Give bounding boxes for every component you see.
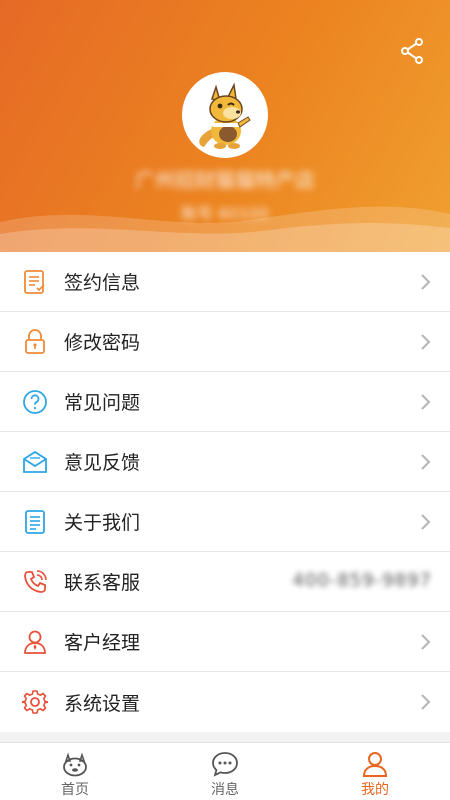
share-button[interactable] (398, 36, 426, 66)
menu-item-label: 意见反馈 (64, 452, 141, 474)
menu-item-label: 修改密码 (64, 332, 141, 354)
lock-icon (22, 328, 48, 355)
nav-label: 我的 (361, 782, 389, 798)
nav-item-messages[interactable]: 消息 (150, 743, 300, 800)
share-icon (401, 38, 423, 64)
mail-icon (22, 449, 48, 475)
menu-item-label: 客户经理 (64, 632, 141, 654)
message-icon (211, 751, 239, 777)
chevron-right-icon (421, 394, 431, 410)
menu-item-feedback[interactable]: 意见反馈 (0, 432, 450, 492)
kangaroo-mascot-icon (199, 82, 251, 149)
nav-label: 首页 (61, 782, 89, 798)
profile-header: 广州招财猫猫特产店 账号 60100 (0, 0, 450, 252)
person-icon (22, 629, 48, 655)
account-number: 账号 60100 (181, 204, 269, 223)
avatar[interactable] (182, 72, 268, 158)
gear-icon (22, 689, 48, 715)
home-kangaroo-icon (61, 751, 89, 777)
nav-item-home[interactable]: 首页 (0, 743, 150, 800)
menu-item-label: 系统设置 (64, 692, 141, 715)
chevron-right-icon (421, 514, 431, 530)
bottom-navigation: 首页 消息 我的 (0, 742, 450, 800)
menu-item-account-manager[interactable]: 客户经理 (0, 612, 450, 672)
menu-item-change-password[interactable]: 修改密码 (0, 312, 450, 372)
nav-item-profile[interactable]: 我的 (300, 743, 450, 800)
menu-item-label: 签约信息 (64, 272, 141, 294)
chevron-right-icon (421, 274, 431, 290)
chevron-right-icon (421, 694, 431, 710)
menu-item-faq[interactable]: 常见问题 (0, 372, 450, 432)
shop-name: 广州招财猫猫特产店 (135, 168, 315, 192)
menu-item-contact-support[interactable]: 联系客服 400-859-9897 (0, 552, 450, 612)
menu-item-label: 常见问题 (64, 392, 141, 414)
settings-menu: 签约信息 修改密码 常见问题 意见反馈 关于我们 联系客服 400-859-98… (0, 252, 450, 732)
nav-label: 消息 (211, 782, 239, 798)
menu-item-contract-info[interactable]: 签约信息 (0, 252, 450, 312)
contract-icon (22, 269, 48, 295)
menu-item-system-settings[interactable]: 系统设置 (0, 672, 450, 732)
support-phone-number[interactable]: 400-859-9897 (292, 570, 432, 591)
menu-item-about-us[interactable]: 关于我们 (0, 492, 450, 552)
chevron-right-icon (421, 454, 431, 470)
question-icon (22, 389, 48, 415)
menu-item-label: 关于我们 (64, 512, 141, 534)
menu-item-label: 联系客服 (64, 572, 141, 594)
profile-icon (361, 751, 389, 777)
chevron-right-icon (421, 634, 431, 650)
phone-icon (22, 569, 48, 595)
document-icon (22, 509, 48, 535)
chevron-right-icon (421, 334, 431, 350)
